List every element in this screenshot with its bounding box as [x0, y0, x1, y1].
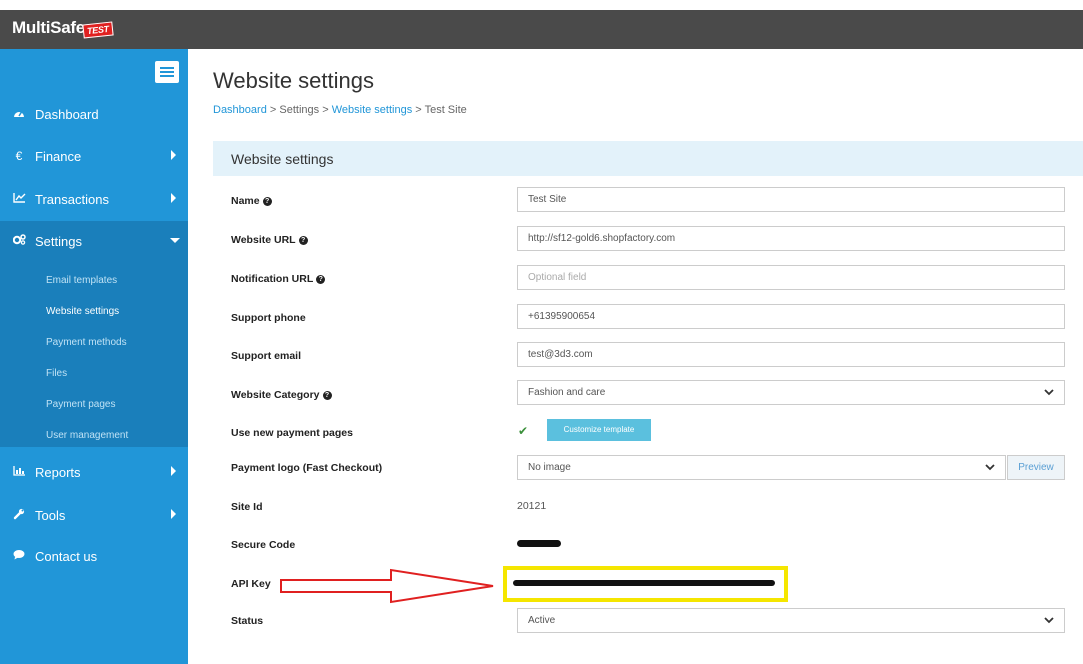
payment-logo-select[interactable]: No image: [517, 455, 1006, 480]
sidebar-item-label: Finance: [35, 148, 82, 164]
api-key-redacted: [513, 580, 775, 586]
breadcrumb-test-site: Test Site: [424, 104, 467, 116]
sidebar-item-contact[interactable]: Contact us: [0, 536, 188, 576]
breadcrumb: Dashboard > Settings > Website settings …: [213, 104, 467, 116]
breadcrumb-separator: >: [322, 104, 329, 116]
top-bar: MultiSafe TEST: [0, 10, 1083, 49]
sidebar-item-label: Reports: [35, 464, 81, 480]
sidebar-item-settings[interactable]: Settings: [0, 221, 188, 261]
help-icon[interactable]: ?: [316, 275, 326, 284]
panel-header: Website settings: [213, 141, 1083, 176]
breadcrumb-settings: Settings: [279, 104, 320, 116]
sidebar-item-label: Contact us: [35, 548, 98, 564]
logo[interactable]: MultiSafe TEST: [12, 18, 114, 39]
status-value: Active: [528, 615, 556, 626]
euro-icon: €: [15, 149, 23, 163]
website-category-label: Website Category?: [231, 389, 332, 401]
settings-submenu: Email templates Website settings Payment…: [0, 261, 188, 447]
support-phone-input[interactable]: +61395900654: [517, 304, 1065, 329]
submenu-item-payment-methods[interactable]: Payment methods: [46, 337, 127, 348]
help-icon[interactable]: ?: [298, 236, 308, 245]
help-icon[interactable]: ?: [262, 197, 272, 206]
logo-text: MultiSafe: [12, 18, 85, 37]
sidebar-item-dashboard[interactable]: Dashboard: [0, 94, 188, 134]
test-badge: TEST: [82, 21, 114, 39]
sidebar: Dashboard € Finance Transactions Setting…: [0, 49, 188, 664]
sidebar-item-label: Transactions: [35, 191, 109, 207]
status-select[interactable]: Active: [517, 608, 1065, 633]
bar-chart-icon: [12, 465, 26, 479]
status-label: Status: [231, 615, 264, 627]
breadcrumb-website-settings[interactable]: Website settings: [332, 104, 413, 116]
checkmark-icon[interactable]: ✔: [518, 424, 528, 438]
sidebar-item-label: Tools: [35, 507, 66, 523]
submenu-item-files[interactable]: Files: [46, 368, 67, 379]
breadcrumb-dashboard[interactable]: Dashboard: [213, 104, 267, 116]
name-label: Name?: [231, 195, 272, 207]
website-url-input[interactable]: http://sf12-gold6.shopfactory.com: [517, 226, 1065, 251]
chevron-right-icon: [171, 193, 176, 203]
sidebar-item-label: Dashboard: [35, 106, 99, 122]
panel-title: Website settings: [231, 151, 334, 167]
wrench-icon: [12, 508, 26, 523]
submenu-item-payment-pages[interactable]: Payment pages: [46, 399, 116, 410]
chevron-down-icon: [985, 464, 995, 471]
payment-logo-label: Payment logo (Fast Checkout): [231, 462, 383, 474]
secure-code-redacted: [517, 540, 561, 547]
submenu-item-website-settings[interactable]: Website settings: [46, 306, 119, 317]
submenu-item-email-templates[interactable]: Email templates: [46, 275, 117, 286]
support-email-label: Support email: [231, 350, 302, 362]
api-key-label: API Key: [231, 578, 271, 590]
help-icon[interactable]: ?: [322, 391, 332, 400]
submenu-item-user-management[interactable]: User management: [46, 430, 128, 441]
website-category-select[interactable]: Fashion and care: [517, 380, 1065, 405]
website-url-label: Website URL?: [231, 234, 308, 246]
preview-button[interactable]: Preview: [1007, 455, 1065, 480]
payment-logo-value: No image: [528, 462, 571, 473]
new-payment-pages-label: Use new payment pages: [231, 427, 353, 439]
sidebar-item-finance[interactable]: € Finance: [0, 136, 188, 176]
breadcrumb-separator: >: [269, 104, 277, 116]
support-phone-label: Support phone: [231, 312, 306, 324]
chevron-right-icon: [171, 150, 176, 160]
secure-code-label: Secure Code: [231, 539, 296, 551]
sidebar-item-tools[interactable]: Tools: [0, 495, 188, 535]
chevron-down-icon: [1044, 617, 1054, 624]
cogs-icon: [12, 234, 26, 248]
page-title: Website settings: [213, 68, 375, 93]
sidebar-item-label: Settings: [35, 233, 82, 249]
site-id-value: 20121: [517, 500, 547, 512]
customize-template-button[interactable]: Customize template: [547, 419, 651, 441]
chevron-down-icon: [1044, 389, 1054, 396]
chevron-right-icon: [171, 509, 176, 519]
notification-url-input[interactable]: Optional field: [517, 265, 1065, 290]
name-input[interactable]: Test Site: [517, 187, 1065, 212]
line-chart-icon: [12, 192, 26, 206]
notification-url-label: Notification URL?: [231, 273, 326, 285]
website-category-value: Fashion and care: [528, 387, 606, 398]
sidebar-item-transactions[interactable]: Transactions: [0, 179, 188, 219]
annotation-arrow-icon: [280, 568, 494, 604]
hamburger-icon[interactable]: [155, 61, 179, 83]
chevron-right-icon: [171, 466, 176, 476]
chevron-down-icon: [170, 238, 180, 243]
dashboard-icon: [12, 107, 26, 121]
sidebar-item-reports[interactable]: Reports: [0, 452, 188, 492]
breadcrumb-separator: >: [415, 104, 422, 116]
chat-icon: [12, 549, 26, 563]
support-email-input[interactable]: test@3d3.com: [517, 342, 1065, 367]
site-id-label: Site Id: [231, 501, 263, 513]
